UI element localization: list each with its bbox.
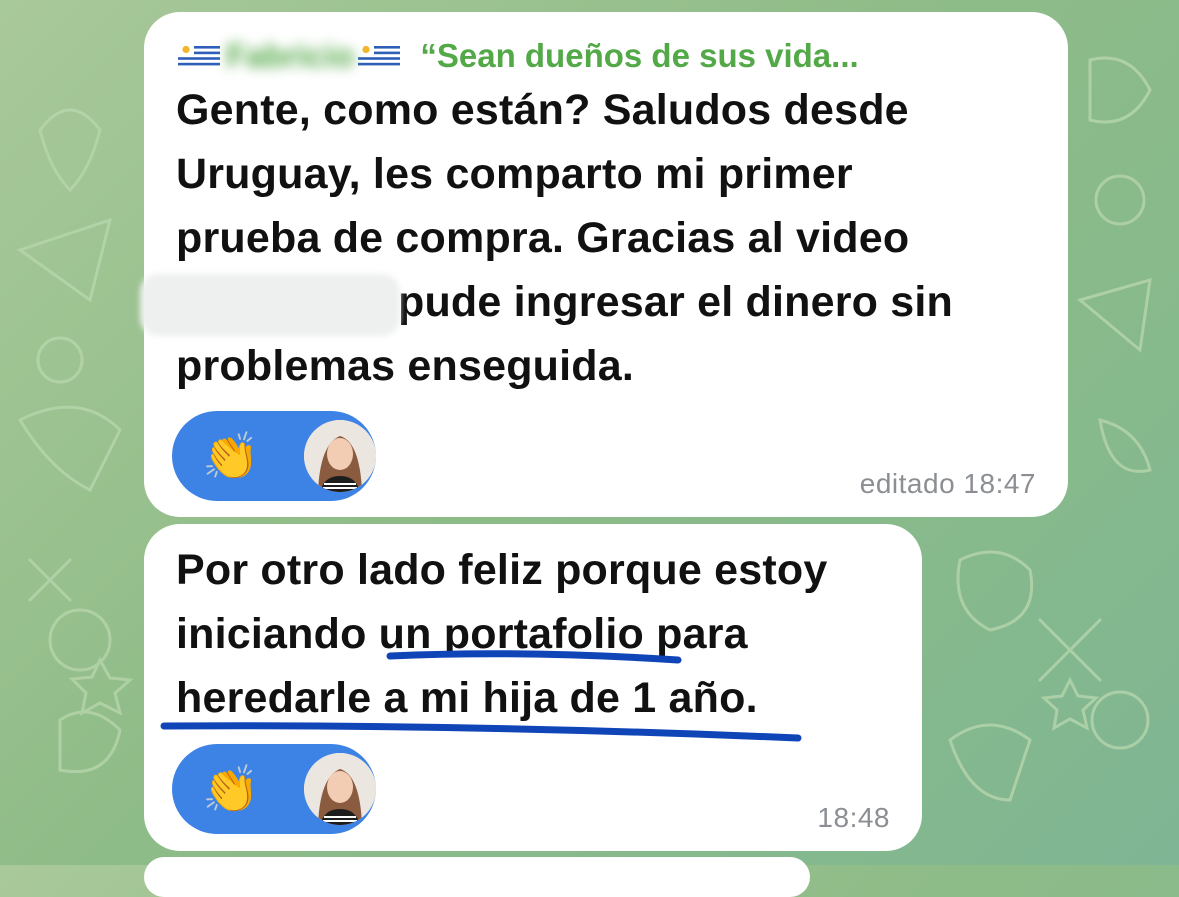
uruguay-flag-icon bbox=[358, 43, 401, 69]
reply-quote[interactable]: “Sean dueños de sus vida... bbox=[420, 37, 858, 75]
message-line: Gente, como están? Saludos desde bbox=[176, 86, 909, 134]
redacted-text-block bbox=[140, 274, 400, 336]
message-line: prueba de compra. Gracias al video bbox=[176, 214, 910, 262]
message-line: heredarle a mi hija de 1 año. bbox=[176, 674, 758, 722]
uruguay-flag-icon bbox=[178, 43, 220, 69]
sender-name[interactable]: Fabricio bbox=[226, 37, 354, 75]
avatar-image bbox=[304, 420, 376, 492]
message-line: problemas enseguida. bbox=[176, 342, 635, 390]
message-bubble-3-partial[interactable] bbox=[144, 857, 810, 897]
message-line: Por otro lado feliz porque estoy bbox=[176, 546, 828, 594]
avatar-image bbox=[304, 753, 376, 825]
message-line: iniciando un portafolio para bbox=[176, 610, 748, 658]
message-timestamp: editado 18:47 bbox=[859, 468, 1036, 499]
message-text: Gente, como están? Saludos desde Uruguay,… bbox=[176, 78, 953, 398]
message-timestamp: 18:48 bbox=[817, 802, 890, 833]
clapping-hands-icon: 👏 bbox=[202, 430, 260, 482]
reaction-chip[interactable]: 👏 bbox=[172, 744, 376, 834]
avatar bbox=[304, 420, 376, 492]
avatar bbox=[304, 753, 376, 825]
message-bubble-1[interactable]: Fabricio “Sean dueños de sus vida... Gen… bbox=[140, 12, 1068, 517]
message-line: Uruguay, les comparto mi primer bbox=[176, 150, 853, 198]
message-text: Por otro lado feliz porque estoy iniciand… bbox=[176, 538, 827, 730]
message-header: Fabricio “Sean dueños de sus vida... bbox=[178, 36, 859, 76]
reaction-chip[interactable]: 👏 bbox=[172, 411, 376, 501]
clapping-hands-icon: 👏 bbox=[202, 763, 260, 815]
message-bubble-2[interactable]: Por otro lado feliz porque estoy iniciand… bbox=[144, 524, 922, 851]
